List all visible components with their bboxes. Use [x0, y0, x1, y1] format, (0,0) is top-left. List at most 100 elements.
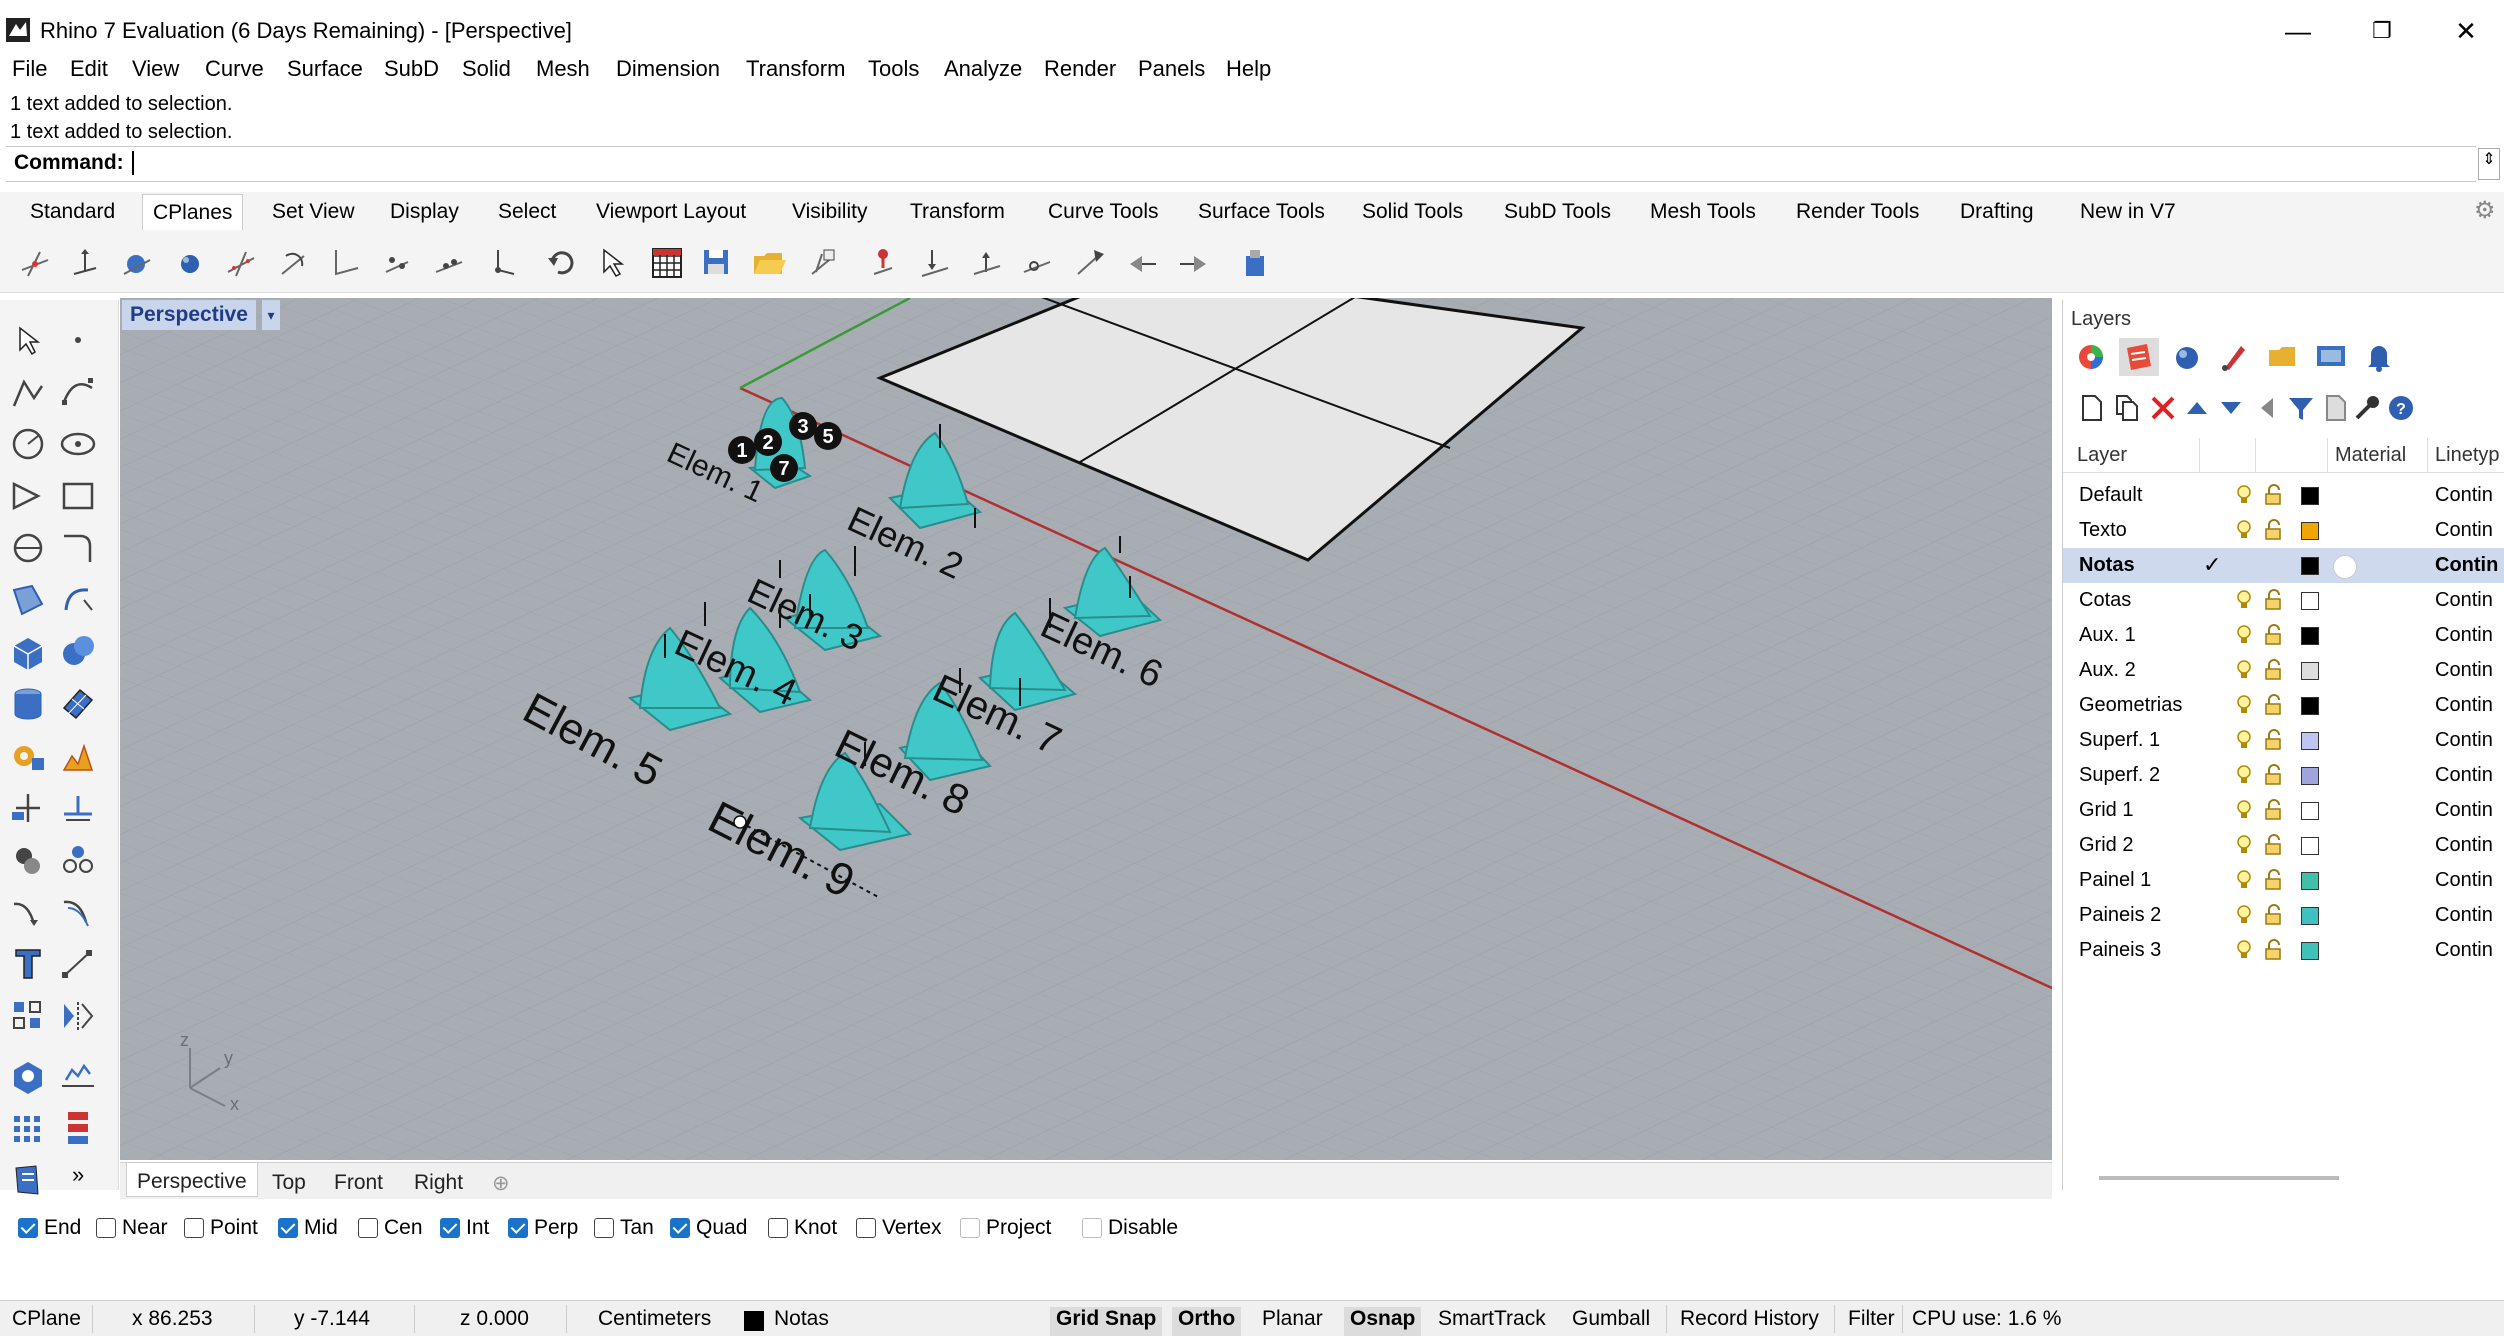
perspective-viewport[interactable]: Elem. 1 Elem. 2 Elem. 3 Elem. 4 Elem. 5 … [120, 298, 2052, 1160]
material-circle-icon[interactable] [2333, 555, 2357, 579]
checkbox-icon[interactable] [358, 1218, 378, 1238]
menu-subd[interactable]: SubD [384, 56, 439, 82]
layer-row[interactable]: Paineis 2 Contin [2063, 898, 2504, 933]
lightbulb-icon[interactable] [2235, 764, 2253, 786]
text-icon[interactable] [8, 944, 48, 984]
cplane-view-icon[interactable] [432, 246, 466, 280]
unlocked-icon[interactable] [2263, 904, 2283, 926]
layer-name[interactable]: Superf. 1 [2079, 729, 2160, 752]
layer-row[interactable]: Default Contin [2063, 478, 2504, 513]
lightbulb-icon[interactable] [2235, 624, 2253, 646]
move-layer-up-icon[interactable] [2181, 392, 2213, 424]
layer-name[interactable]: Grid 1 [2079, 799, 2133, 822]
tab-mesh-tools[interactable]: Mesh Tools [1650, 200, 1756, 224]
layer-color-swatch[interactable] [2301, 522, 2319, 540]
stack-icon[interactable] [58, 1108, 98, 1148]
polygon-icon[interactable] [8, 528, 48, 568]
viewport-title[interactable]: Perspective [122, 300, 256, 330]
cplane-previous-icon[interactable] [1126, 246, 1160, 280]
lightbulb-icon[interactable] [2235, 834, 2253, 856]
curve-cv-icon[interactable] [58, 372, 98, 412]
cplane-down-arrow-icon[interactable] [918, 246, 952, 280]
tab-subd-tools[interactable]: SubD Tools [1504, 200, 1611, 224]
select-cplane-icon[interactable] [596, 246, 630, 280]
unlocked-icon[interactable] [2263, 624, 2283, 646]
lightbulb-icon[interactable] [2235, 869, 2253, 891]
menu-help[interactable]: Help [1226, 56, 1271, 82]
tab-transform[interactable]: Transform [910, 200, 1005, 224]
osnap-end[interactable]: End [18, 1216, 81, 1240]
gumball-toggle[interactable]: Gumball [1572, 1307, 1650, 1336]
layer-linetype[interactable]: Contin [2435, 694, 2493, 717]
delete-layer-icon[interactable] [2147, 392, 2179, 424]
new-layer-icon[interactable] [2075, 392, 2107, 424]
help-icon[interactable]: ? [2385, 392, 2417, 424]
tab-standard[interactable]: Standard [30, 200, 115, 224]
layer-linetype[interactable]: Contin [2435, 589, 2493, 612]
fillet-icon[interactable] [8, 892, 48, 932]
cplane-origin-icon[interactable] [18, 246, 52, 280]
checkbox-icon[interactable] [184, 1218, 204, 1238]
offset-icon[interactable] [58, 892, 98, 932]
menu-solid[interactable]: Solid [462, 56, 511, 82]
lightbulb-icon[interactable] [2235, 904, 2253, 926]
status-units[interactable]: Centimeters [598, 1307, 711, 1336]
layer-color-swatch[interactable] [2301, 837, 2319, 855]
unlocked-icon[interactable] [2263, 694, 2283, 716]
dot-grid-icon[interactable] [8, 1108, 48, 1148]
layer-name[interactable]: Grid 2 [2079, 834, 2133, 857]
checkbox-checked-icon[interactable] [670, 1218, 690, 1238]
unlocked-icon[interactable] [2263, 939, 2283, 961]
planar-toggle[interactable]: Planar [1262, 1307, 1323, 1336]
notifications-tab-icon[interactable] [2359, 338, 2399, 376]
layer-color-swatch[interactable] [2301, 487, 2319, 505]
layer-linetype[interactable]: Contin [2435, 904, 2493, 927]
cplane-world-top-icon[interactable] [484, 246, 518, 280]
ortho-toggle[interactable]: Ortho [1172, 1307, 1242, 1336]
viewport-tab-right[interactable]: Right [414, 1171, 463, 1195]
osnap-project[interactable]: Project [960, 1216, 1051, 1240]
layer-row[interactable]: Superf. 2 Contin [2063, 758, 2504, 793]
lightbulb-icon[interactable] [2235, 519, 2253, 541]
layer-linetype[interactable]: Contin [2435, 764, 2493, 787]
checkbox-checked-icon[interactable] [508, 1218, 528, 1238]
cplane-up-arrow-icon[interactable] [970, 246, 1004, 280]
menu-analyze[interactable]: Analyze [944, 56, 1022, 82]
minimize-button[interactable]: — [2268, 10, 2328, 52]
filter-layers-icon[interactable] [2285, 392, 2317, 424]
viewport-scene[interactable]: Elem. 1 Elem. 2 Elem. 3 Elem. 4 Elem. 5 … [120, 298, 2052, 1160]
layers-tab-icon[interactable] [2119, 338, 2159, 376]
properties-tab-icon[interactable] [2071, 338, 2111, 376]
tab-surface-tools[interactable]: Surface Tools [1198, 200, 1325, 224]
layer-name[interactable]: Texto [2079, 519, 2127, 542]
layer-row[interactable]: Paineis 3 Contin [2063, 933, 2504, 968]
viewport-menu-arrow[interactable]: ▾ [262, 300, 280, 330]
tab-render-tools[interactable]: Render Tools [1796, 200, 1919, 224]
tab-drafting[interactable]: Drafting [1960, 200, 2034, 224]
menu-file[interactable]: File [12, 56, 47, 82]
group-icon[interactable] [8, 840, 48, 880]
circle-icon[interactable] [8, 424, 48, 464]
cplane-perpendicular-icon[interactable] [1020, 246, 1054, 280]
add-viewport-tab-icon[interactable]: ⊕ [492, 1171, 510, 1196]
unlocked-icon[interactable] [2263, 764, 2283, 786]
lightbulb-icon[interactable] [2235, 939, 2253, 961]
command-line[interactable]: Command: [6, 146, 2476, 182]
layer-name[interactable]: Paineis 2 [2079, 904, 2161, 927]
layer-linetype[interactable]: Contin [2435, 834, 2493, 857]
layer-name[interactable]: Geometrias [2079, 694, 2182, 717]
layer-linetype[interactable]: Contin [2435, 869, 2493, 892]
tab-solid-tools[interactable]: Solid Tools [1362, 200, 1463, 224]
command-scroll-arrows[interactable]: ⇕ [2478, 148, 2500, 180]
named-cplanes-icon[interactable] [806, 246, 840, 280]
boolean-union-icon[interactable] [58, 632, 98, 672]
menu-tools[interactable]: Tools [868, 56, 919, 82]
osnap-perp[interactable]: Perp [508, 1216, 578, 1240]
osnap-disable[interactable]: Disable [1082, 1216, 1178, 1240]
layer-linetype[interactable]: Contin [2435, 799, 2493, 822]
layer-linetype[interactable]: Contin [2435, 939, 2493, 962]
layer-tools-icon[interactable] [2351, 392, 2383, 424]
layer-row[interactable]: Grid 2 Contin [2063, 828, 2504, 863]
status-cplane[interactable]: CPlane [12, 1307, 81, 1336]
point-icon[interactable] [58, 320, 98, 360]
